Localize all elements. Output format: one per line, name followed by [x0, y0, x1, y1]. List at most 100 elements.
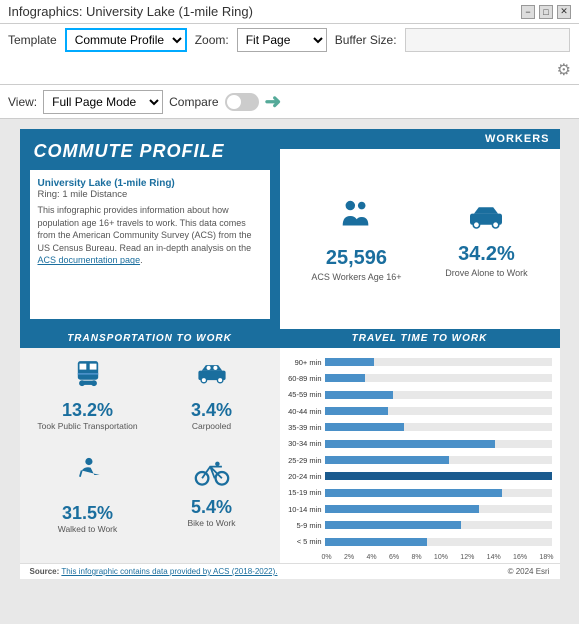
window-title: Infographics: University Lake (1-mile Ri… — [8, 4, 253, 19]
bar-fill — [325, 538, 427, 546]
bar-fill — [325, 505, 479, 513]
commute-profile-panel: COMMUTE PROFILE University Lake (1-mile … — [20, 129, 280, 329]
transport-item-3: 5.4% Bike to Work — [152, 457, 272, 556]
transport-value-2: 31.5% — [28, 503, 148, 524]
bar-label: 10-14 min — [286, 505, 322, 514]
x-axis-label: 6% — [389, 554, 399, 561]
buffer-size-input — [405, 28, 570, 52]
bar-track — [325, 538, 552, 546]
restore-button[interactable]: □ — [539, 5, 553, 19]
workers-header: WORKERS — [280, 129, 560, 149]
bar-label: < 5 min — [286, 537, 322, 546]
minimize-button[interactable]: − — [521, 5, 535, 19]
acs-link[interactable]: ACS documentation page — [38, 255, 141, 265]
x-axis: 0%2%4%6%8%10%12%14%16%18% — [280, 554, 560, 561]
worker-stat-0: 25,596 ACS Workers Age 16+ — [311, 197, 401, 282]
transport-value-0: 13.2% — [28, 400, 148, 421]
workers-icon — [311, 197, 401, 243]
bar-fill — [325, 407, 389, 415]
template-label: Template — [8, 33, 57, 47]
bar-row: < 5 min — [286, 537, 552, 546]
worker-label-0: ACS Workers Age 16+ — [311, 272, 401, 282]
compare-label: Compare — [169, 95, 218, 109]
x-axis-label: 0% — [322, 554, 332, 561]
bar-fill — [325, 521, 461, 529]
bar-fill — [325, 374, 366, 382]
toolbar-row2: View: Full Page Mode Compare ➜ — [0, 85, 579, 119]
transport-panel: TRANSPORTATION TO WORK — [20, 329, 280, 563]
bar-fill — [325, 423, 404, 431]
template-select[interactable]: Commute Profile — [65, 28, 187, 52]
transport-item-1: 3.4% Carpooled — [152, 356, 272, 453]
bar-fill — [325, 456, 450, 464]
worker-value-0: 25,596 — [311, 247, 401, 270]
toggle-knob — [227, 95, 241, 109]
bar-row: 90+ min — [286, 358, 552, 367]
navigate-arrow[interactable]: ➜ — [265, 89, 282, 114]
zoom-label: Zoom: — [195, 33, 229, 47]
bar-track — [325, 440, 552, 448]
view-select[interactable]: Full Page Mode — [43, 90, 163, 114]
zoom-select[interactable]: Fit Page — [237, 28, 327, 52]
location-name: University Lake (1-mile Ring) — [38, 178, 262, 189]
compare-toggle[interactable] — [225, 93, 259, 111]
gear-icon[interactable]: ⚙ — [557, 60, 571, 80]
info-top: COMMUTE PROFILE University Lake (1-mile … — [20, 129, 560, 329]
bar-track — [325, 423, 552, 431]
buffer-label: Buffer Size: — [335, 33, 397, 47]
x-axis-label: 16% — [513, 554, 527, 561]
footer: Source: This infographic contains data p… — [20, 563, 560, 579]
car-icon — [445, 201, 527, 239]
bar-row: 30-34 min — [286, 439, 552, 448]
x-axis-label: 8% — [411, 554, 421, 561]
toolbar: Template Commute Profile Zoom: Fit Page … — [0, 24, 579, 85]
bar-label: 45-59 min — [286, 390, 322, 399]
bar-row: 15-19 min — [286, 488, 552, 497]
bar-label: 90+ min — [286, 358, 322, 367]
bar-track — [325, 391, 552, 399]
transport-label-0: Took Public Transportation — [28, 421, 148, 431]
bar-row: 10-14 min — [286, 505, 552, 514]
bar-track — [325, 407, 552, 415]
walk-icon — [28, 457, 148, 501]
transport-label-3: Bike to Work — [152, 518, 272, 528]
description-text: This infographic provides information ab… — [38, 204, 262, 267]
transport-grid: 13.2% Took Public Transportation — [20, 348, 280, 563]
bar-row: 40-44 min — [286, 407, 552, 416]
bar-track — [325, 521, 552, 529]
x-axis-label: 2% — [344, 554, 354, 561]
bar-track — [325, 374, 552, 382]
bar-label: 30-34 min — [286, 439, 322, 448]
x-axis-label: 18% — [539, 554, 553, 561]
bar-label: 40-44 min — [286, 407, 322, 416]
travel-header: TRAVEL TIME TO WORK — [280, 329, 560, 348]
transport-header: TRANSPORTATION TO WORK — [20, 329, 280, 348]
bar-track — [325, 472, 552, 480]
close-button[interactable]: ✕ — [557, 5, 571, 19]
transport-value-1: 3.4% — [152, 400, 272, 421]
infographic-title: COMMUTE PROFILE — [20, 129, 280, 170]
x-axis-label: 12% — [460, 554, 474, 561]
bar-track — [325, 358, 552, 366]
bar-row: 25-29 min — [286, 456, 552, 465]
bar-row: 45-59 min — [286, 390, 552, 399]
x-axis-label: 14% — [487, 554, 501, 561]
bar-row: 60-89 min — [286, 374, 552, 383]
bar-track — [325, 505, 552, 513]
transport-item-0: 13.2% Took Public Transportation — [28, 356, 148, 453]
transport-item-2: 31.5% Walked to Work — [28, 457, 148, 556]
infographic: COMMUTE PROFILE University Lake (1-mile … — [20, 129, 560, 579]
title-bar: Infographics: University Lake (1-mile Ri… — [0, 0, 579, 24]
description-box: University Lake (1-mile Ring) Ring: 1 mi… — [30, 170, 270, 319]
window-controls: − □ ✕ — [521, 5, 571, 19]
transport-label-1: Carpooled — [152, 421, 272, 431]
bike-icon — [152, 457, 272, 495]
bar-fill — [325, 391, 393, 399]
bar-track — [325, 489, 552, 497]
transport-label-2: Walked to Work — [28, 524, 148, 534]
bar-label: 35-39 min — [286, 423, 322, 432]
bar-fill — [325, 489, 502, 497]
view-label: View: — [8, 95, 37, 109]
workers-stats: 25,596 ACS Workers Age 16+ — [280, 149, 560, 329]
bar-track — [325, 456, 552, 464]
